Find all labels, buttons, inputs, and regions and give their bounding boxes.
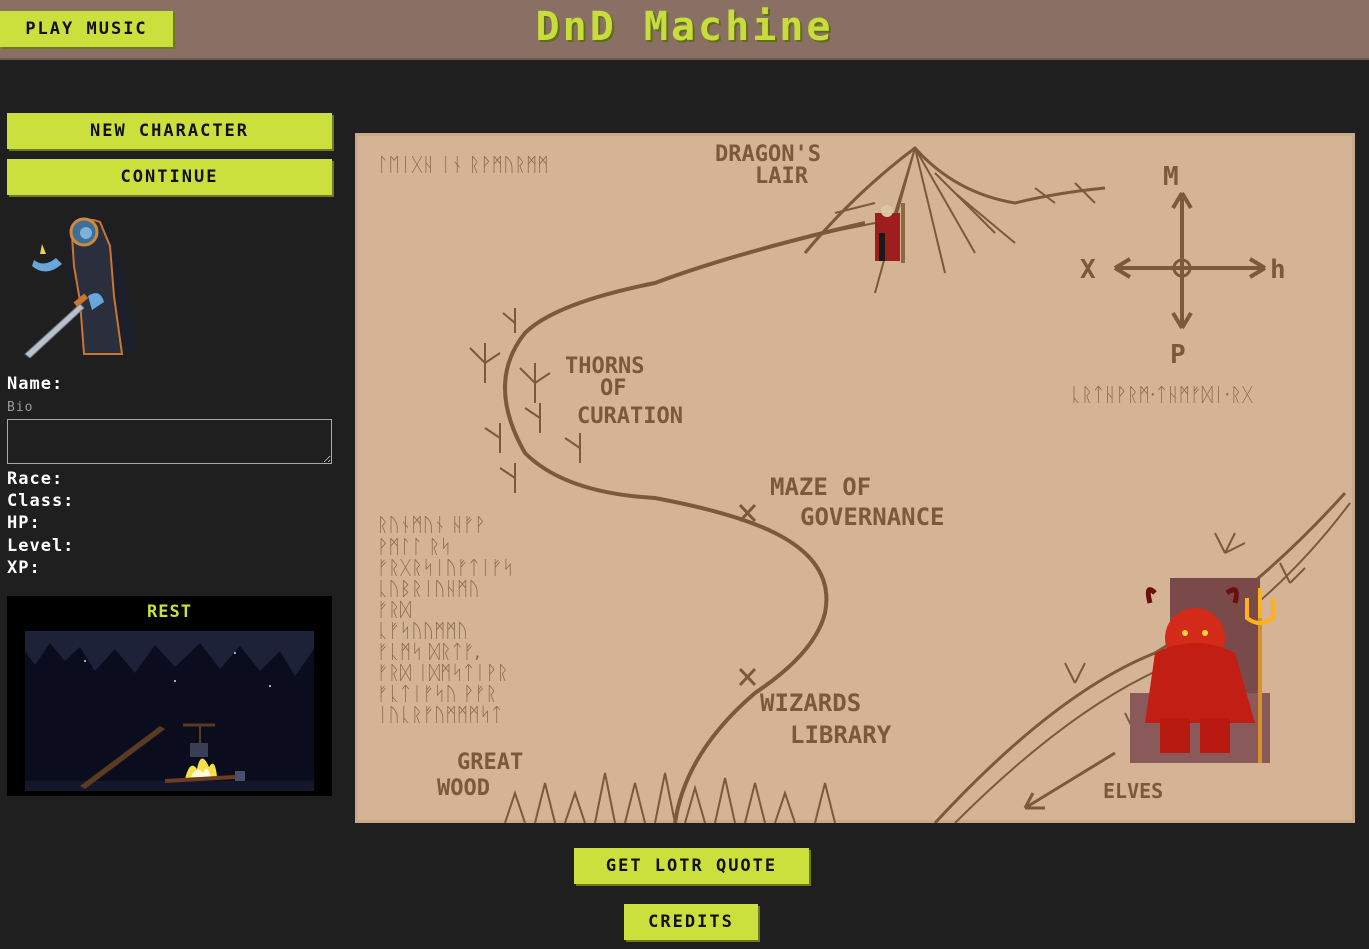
name-label: Name: bbox=[7, 374, 64, 394]
page-title: DnD Machine bbox=[535, 4, 834, 50]
maze-label-1: MAZE OF bbox=[770, 473, 871, 501]
runes-right: ᚳᚱᛏᚺᚹᚱᛗ·ᛏᚺᛗᚠᛞᛁ·ᚱᚷ bbox=[1070, 384, 1254, 406]
continue-button[interactable]: CONTINUE bbox=[7, 159, 332, 195]
xp-label: XP: bbox=[7, 558, 41, 578]
dragons-lair-label-2: LAIR bbox=[755, 164, 809, 189]
new-character-button[interactable]: NEW CHARACTER bbox=[7, 113, 332, 149]
get-lotr-quote-button[interactable]: GET LOTR QUOTE bbox=[574, 848, 809, 884]
wizards-label-2: LIBRARY bbox=[790, 721, 892, 749]
runes-top: ᛚᛖᛁᚷᚺ ᛁᚾ ᚱᚹᛗᚢᚱᛗᛗ bbox=[377, 154, 549, 176]
runes-left-line: ᚠᚱᛞ ᛁᛞᛗᛋᛏᛁᚹᚱ bbox=[377, 662, 508, 684]
compass-west: X bbox=[1080, 255, 1096, 285]
compass-south: P bbox=[1170, 340, 1186, 370]
header-bar: PLAY MUSIC DnD Machine bbox=[0, 0, 1369, 60]
level-label: Level: bbox=[7, 536, 75, 556]
great-wood-label-1: GREAT bbox=[457, 750, 523, 775]
thorns-label-2: OF bbox=[600, 376, 627, 401]
runes-left-line: ᚱᚢᚾᛗᚢᚾ ᚺᚠᚹ bbox=[377, 514, 486, 536]
race-label: Race: bbox=[7, 469, 64, 489]
runes-left-line: ᚹᛗᛚᛚ ᚱᛋ bbox=[377, 536, 451, 558]
bio-label: Bio bbox=[7, 400, 34, 415]
class-label: Class: bbox=[7, 491, 75, 511]
compass-east: h bbox=[1270, 255, 1286, 285]
campfire-scene bbox=[25, 631, 314, 791]
elves-label: ELVES bbox=[1103, 779, 1163, 803]
runes-left-line: ᚠᚱᛞ bbox=[377, 599, 412, 621]
great-wood-label-2: WOOD bbox=[437, 776, 490, 801]
character-avatar bbox=[24, 213, 137, 358]
rest-label: REST bbox=[147, 602, 192, 622]
bio-field[interactable] bbox=[7, 419, 332, 464]
world-map[interactable]: DRAGON'S LAIR THORNS OF CURATION MAZE OF… bbox=[355, 133, 1355, 823]
wizards-label-1: WIZARDS bbox=[760, 689, 861, 717]
runes-left-line: ᚠᚳᛗᛋ ᛞᚱᛏᚠ, bbox=[377, 641, 480, 663]
runes-left-line: ᚳᚠᛋᚢᚢᛗᛗᚢ bbox=[377, 620, 468, 642]
runes-left-line: ᚠᚳᛏᛁᚠᛋᚢ ᚹᚠᚱ bbox=[377, 683, 497, 705]
runes-left-line: ᚳᚢᛒᚱᛁᚢᚺᛗᚢ bbox=[377, 578, 480, 600]
runes-left-line: ᚠᚱᚷᚱᛋᛁᚢᚠᛏᛁᚠᛋ bbox=[377, 557, 514, 579]
runes-left-line: ᛁᚢᚳᚱᚠᚢᛗᛗᛗᛋᛏ bbox=[377, 704, 502, 726]
rest-panel[interactable]: REST bbox=[7, 596, 332, 796]
credits-button[interactable]: CREDITS bbox=[624, 904, 758, 940]
compass-north: M bbox=[1163, 162, 1179, 192]
maze-label-2: GOVERNANCE bbox=[800, 503, 945, 531]
thorns-label-3: CURATION bbox=[577, 404, 683, 429]
hp-label: HP: bbox=[7, 513, 41, 533]
